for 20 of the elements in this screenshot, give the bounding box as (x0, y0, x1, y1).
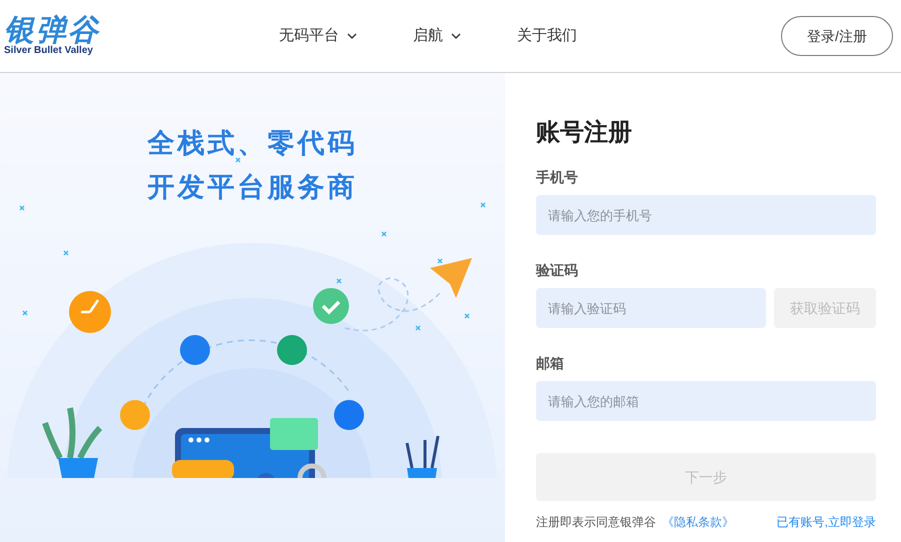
field-label: 手机号 (536, 168, 578, 186)
input-field[interactable]: 请输入验证码 (536, 288, 766, 328)
nav-link[interactable]: 关于我们 (517, 24, 577, 48)
login-register-button[interactable]: 登录/注册 (781, 16, 893, 56)
login-link[interactable]: 已有账号,立即登录 (776, 513, 876, 531)
agreement-text: 注册即表示同意银弹谷 (536, 514, 656, 531)
hero-headline: 全栈式、零代码 (148, 127, 358, 160)
input-field[interactable]: 请输入您的邮箱 (536, 381, 876, 421)
nav-link[interactable]: 启航 (413, 24, 461, 48)
chevron-down-icon (451, 33, 461, 39)
logo[interactable]: 银弹谷 Silver Bullet Valley (4, 16, 114, 56)
form-title: 账号注册 (536, 118, 633, 148)
field-label: 验证码 (536, 261, 578, 279)
hero-headline: 开发平台服务商 (148, 171, 358, 204)
nav-link[interactable]: 无码平台 (279, 24, 357, 48)
logo-subtitle: Silver Bullet Valley (4, 46, 94, 56)
field-label: 邮箱 (536, 354, 564, 372)
chevron-down-icon (347, 33, 357, 39)
logo-wordmark: 银弹谷 (4, 16, 101, 46)
input-field[interactable]: 请输入您的手机号 (536, 195, 876, 235)
